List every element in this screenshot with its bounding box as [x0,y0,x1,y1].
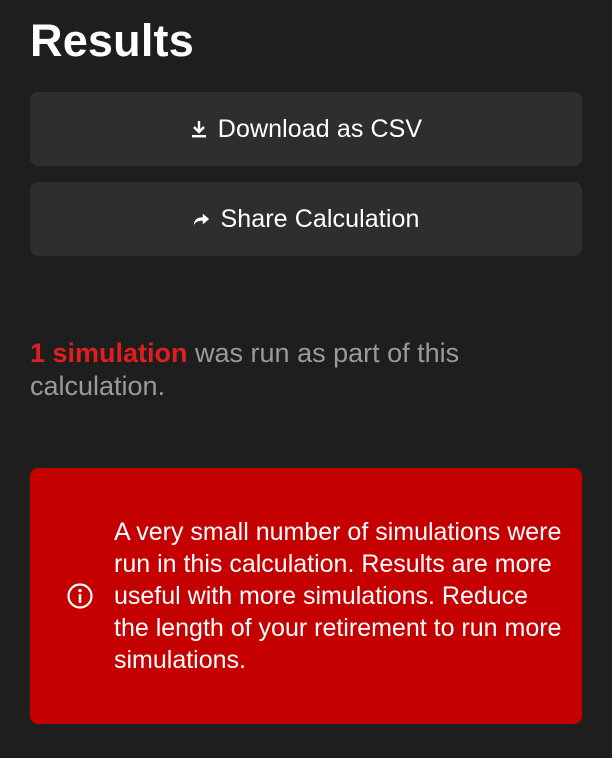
warning-message: A very small number of simulations were … [114,518,562,674]
low-simulations-warning: A very small number of simulations were … [30,468,582,724]
results-heading: Results [30,15,194,66]
download-csv-button[interactable]: Download as CSV [30,92,582,166]
share-calculation-button[interactable]: Share Calculation [30,182,582,256]
share-arrow-icon [192,209,210,229]
share-calculation-label: Share Calculation [220,204,420,233]
download-csv-label: Download as CSV [217,114,423,143]
simulation-count: 1 simulation [30,338,188,368]
simulation-summary: 1 simulation was run as part of this cal… [30,337,582,403]
download-icon [190,119,208,139]
info-icon [66,582,94,610]
